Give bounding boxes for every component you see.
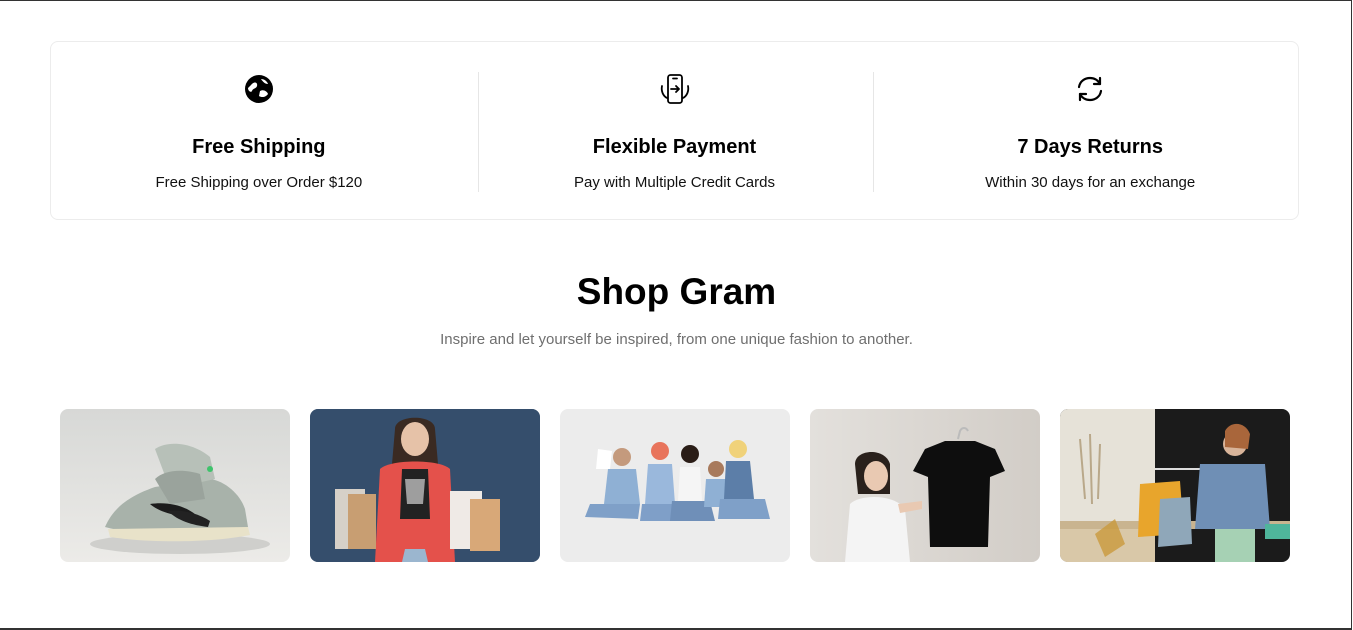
globe-icon xyxy=(242,72,276,106)
feature-title: Flexible Payment xyxy=(592,136,757,158)
feature-title: Free Shipping xyxy=(192,136,326,158)
feature-divider xyxy=(873,72,874,192)
group-denim-photo[interactable] xyxy=(560,409,790,562)
black-tshirt-photo[interactable] xyxy=(810,409,1040,562)
feature-description: Pay with Multiple Credit Cards xyxy=(574,174,775,191)
feature-title: 7 Days Returns xyxy=(1017,136,1163,158)
instagram-gallery xyxy=(60,409,1290,562)
clothing-rack-photo[interactable] xyxy=(1060,409,1290,562)
phone-payment-icon xyxy=(658,72,692,106)
sneakers-photo[interactable] xyxy=(60,409,290,562)
section-subtitle: Inspire and let yourself be inspired, fr… xyxy=(440,331,913,348)
section-title: Shop Gram xyxy=(576,271,777,312)
features-bar: Free Shipping Free Shipping over Order $… xyxy=(50,41,1299,220)
shopping-woman-photo[interactable] xyxy=(310,409,540,562)
feature-description: Within 30 days for an exchange xyxy=(985,174,1196,191)
feature-flexible-payment: Flexible Payment Pay with Multiple Credi… xyxy=(467,42,883,219)
return-arrows-icon xyxy=(1073,72,1107,106)
feature-description: Free Shipping over Order $120 xyxy=(155,174,363,191)
feature-free-shipping: Free Shipping Free Shipping over Order $… xyxy=(51,42,467,219)
feature-returns: 7 Days Returns Within 30 days for an exc… xyxy=(882,42,1298,219)
